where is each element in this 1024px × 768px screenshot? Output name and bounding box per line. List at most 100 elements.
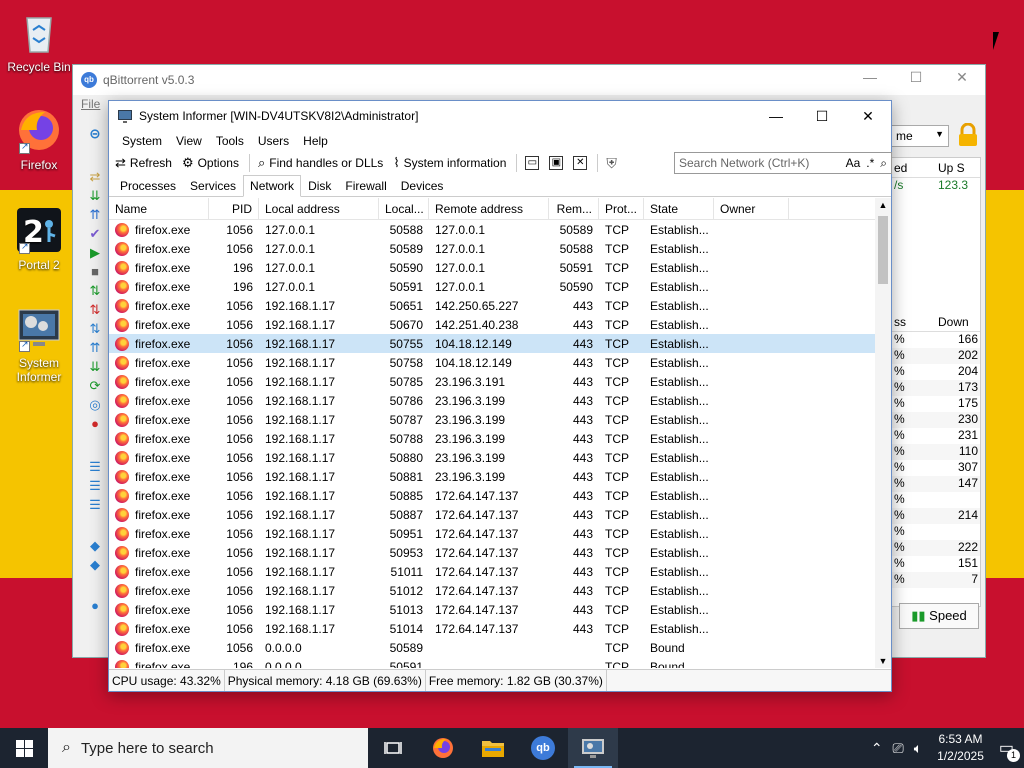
active-icon[interactable]: ⇅	[81, 282, 109, 301]
chevron-up-icon[interactable]: ⌃	[871, 740, 883, 757]
menu-system[interactable]: System	[115, 131, 169, 151]
inactive-icon[interactable]: ⇅	[81, 301, 109, 320]
stalled-down-icon[interactable]: ⇊	[81, 358, 109, 377]
tracker-icon[interactable]: ●	[81, 597, 109, 616]
tab-disk[interactable]: Disk	[301, 175, 338, 196]
desktop-icon-firefox[interactable]: Firefox	[6, 106, 72, 172]
table-row[interactable]: firefox.exe 1056 192.168.1.17 51014 172.64.1…	[109, 619, 877, 638]
table-row[interactable]: firefox.exe 1056 192.168.1.17 50881 23.196.3…	[109, 467, 877, 486]
list-icon[interactable]: ☰	[81, 496, 109, 515]
taskbar-system-informer[interactable]	[568, 728, 618, 768]
menu-view[interactable]: View	[169, 131, 209, 151]
scroll-up-icon[interactable]: ▲	[875, 200, 891, 210]
minimize-icon[interactable]: —	[855, 69, 885, 85]
menu-tools[interactable]: Tools	[209, 131, 251, 151]
column-header-local-port[interactable]: Local...	[379, 198, 429, 219]
table-row[interactable]: firefox.exe 1056 192.168.1.17 50670 142.251.…	[109, 315, 877, 334]
notification-icon[interactable]: ▭ 1	[999, 738, 1020, 762]
table-row[interactable]: firefox.exe 1056 192.168.1.17 50758 104.18.1…	[109, 353, 877, 372]
table-row[interactable]: firefox.exe 196 0.0.0.0 50591 TCP Bound	[109, 657, 877, 668]
find-handles-button[interactable]: ⌕ Find handles or DLLs	[258, 155, 383, 171]
shield-icon[interactable]: ⛨	[606, 155, 617, 172]
table-row[interactable]: firefox.exe 1056 192.168.1.17 51012 172.64.1…	[109, 581, 877, 600]
transfer-row[interactable]: % 202	[892, 348, 980, 364]
close-icon[interactable]: ✕	[845, 101, 891, 131]
upload-icon[interactable]: ⇈	[81, 206, 109, 225]
transfer-row[interactable]: % 7	[892, 572, 980, 588]
list-icon[interactable]: ☰	[81, 458, 109, 477]
table-row[interactable]: firefox.exe 1056 192.168.1.17 50953 172.64.1…	[109, 543, 877, 562]
transfer-row[interactable]: % 214	[892, 508, 980, 524]
desktop-icon-recycle-bin[interactable]: Recycle Bin	[6, 8, 72, 74]
shuffle-icon[interactable]: ⇄	[81, 168, 109, 187]
column-header-remote-address[interactable]: Remote address	[429, 198, 549, 219]
desktop-icon-portal2[interactable]: 2 Portal 2	[6, 206, 72, 272]
transfer-row[interactable]: % 204	[892, 364, 980, 380]
maximize-icon[interactable]: ☐	[799, 101, 845, 131]
clock[interactable]: 6:53 AM 1/2/2025	[937, 731, 984, 765]
refresh-button[interactable]: ⇄ Refresh	[115, 155, 172, 171]
table-row[interactable]: firefox.exe 1056 192.168.1.17 50786 23.196.3…	[109, 391, 877, 410]
download-icon[interactable]: ⇊	[81, 187, 109, 206]
menu-help[interactable]: Help	[296, 131, 335, 151]
transfer-row[interactable]: % 147	[892, 476, 980, 492]
window-find-icon[interactable]: ▣	[549, 156, 564, 170]
qbittorrent-combo[interactable]: me ▼	[891, 125, 949, 147]
qbittorrent-transfer-list[interactable]: ed Up S /s 123.3 ss Down % 166% 202% 204% 173% 1…	[891, 157, 981, 607]
transfer-row[interactable]: %	[892, 524, 980, 540]
tab-firewall[interactable]: Firewall	[338, 175, 393, 196]
column-header-protocol[interactable]: Prot...	[599, 198, 644, 219]
list-icon[interactable]: ☰	[81, 477, 109, 496]
column-header-state[interactable]: State	[644, 198, 714, 219]
window-icon[interactable]: ▭	[525, 156, 540, 170]
table-row[interactable]: firefox.exe 1056 192.168.1.17 50785 23.196.3…	[109, 372, 877, 391]
table-row[interactable]: firefox.exe 1056 127.0.0.1 50588 127.0.0.1 50…	[109, 220, 877, 239]
table-row[interactable]: firefox.exe 1056 192.168.1.17 50951 172.64.1…	[109, 524, 877, 543]
maximize-icon[interactable]: ☐	[901, 69, 931, 86]
transfer-row[interactable]: % 151	[892, 556, 980, 572]
column-header-remote-port[interactable]: Rem...	[549, 198, 599, 219]
table-row[interactable]: firefox.exe 196 127.0.0.1 50591 127.0.0.1 505…	[109, 277, 877, 296]
transfer-row[interactable]: % 222	[892, 540, 980, 556]
menu-users[interactable]: Users	[251, 131, 296, 151]
table-row[interactable]: firefox.exe 1056 192.168.1.17 50651 142.250.…	[109, 296, 877, 315]
case-sensitive-toggle[interactable]: Aa	[846, 156, 861, 170]
taskbar-search-box[interactable]: ⌕ Type here to search	[48, 728, 368, 768]
taskbar-firefox[interactable]	[418, 728, 468, 768]
table-row[interactable]: firefox.exe 1056 192.168.1.17 50885 172.64.1…	[109, 486, 877, 505]
transfer-row[interactable]: % 173	[892, 380, 980, 396]
play-icon[interactable]: ▶	[81, 244, 109, 263]
tab-processes[interactable]: Processes	[113, 175, 183, 196]
minimize-icon[interactable]: —	[753, 101, 799, 131]
stalled-icon[interactable]: ⇅	[81, 320, 109, 339]
column-header[interactable]: ss	[892, 312, 936, 331]
scrollbar-thumb[interactable]	[878, 216, 888, 284]
transfer-row[interactable]: %	[892, 492, 980, 508]
transfer-row[interactable]: % 175	[892, 396, 980, 412]
desktop-icon-system-informer[interactable]: System Informer	[6, 304, 72, 384]
table-row[interactable]: firefox.exe 1056 192.168.1.17 51011 172.64.1…	[109, 562, 877, 581]
taskbar-file-explorer[interactable]	[468, 728, 518, 768]
volume-muted-icon[interactable]: 🔈︎	[914, 740, 922, 757]
vertical-scrollbar[interactable]: ▲ ▼	[875, 198, 891, 668]
table-row[interactable]: firefox.exe 1056 192.168.1.17 50788 23.196.3…	[109, 429, 877, 448]
regex-toggle[interactable]: .*	[866, 156, 874, 170]
transfer-row[interactable]: % 110	[892, 444, 980, 460]
search-icon[interactable]: ⌕	[880, 156, 887, 170]
table-row[interactable]: firefox.exe 1056 192.168.1.17 50880 23.196.3…	[109, 448, 877, 467]
close-window-icon[interactable]: ✕	[573, 156, 588, 170]
check-icon[interactable]: ✔	[81, 225, 109, 244]
column-header-name[interactable]: Name	[109, 198, 209, 219]
tab-network[interactable]: Network	[243, 175, 302, 197]
transfer-row[interactable]: % 166	[892, 332, 980, 348]
column-header-owner[interactable]: Owner	[714, 198, 789, 219]
stop-icon[interactable]: ■	[81, 263, 109, 282]
system-informer-window[interactable]: System Informer [WIN-DV4UTSKV8I2\Adminis…	[108, 100, 892, 692]
error-icon[interactable]: ●	[81, 415, 109, 434]
moving-icon[interactable]: ◎	[81, 396, 109, 415]
column-header-local-address[interactable]: Local address	[259, 198, 379, 219]
transfer-row[interactable]: % 230	[892, 412, 980, 428]
speed-button[interactable]: ▮▮ Speed	[899, 603, 979, 629]
tab-services[interactable]: Services	[183, 175, 243, 196]
tag-icon[interactable]: ◆	[81, 556, 109, 575]
